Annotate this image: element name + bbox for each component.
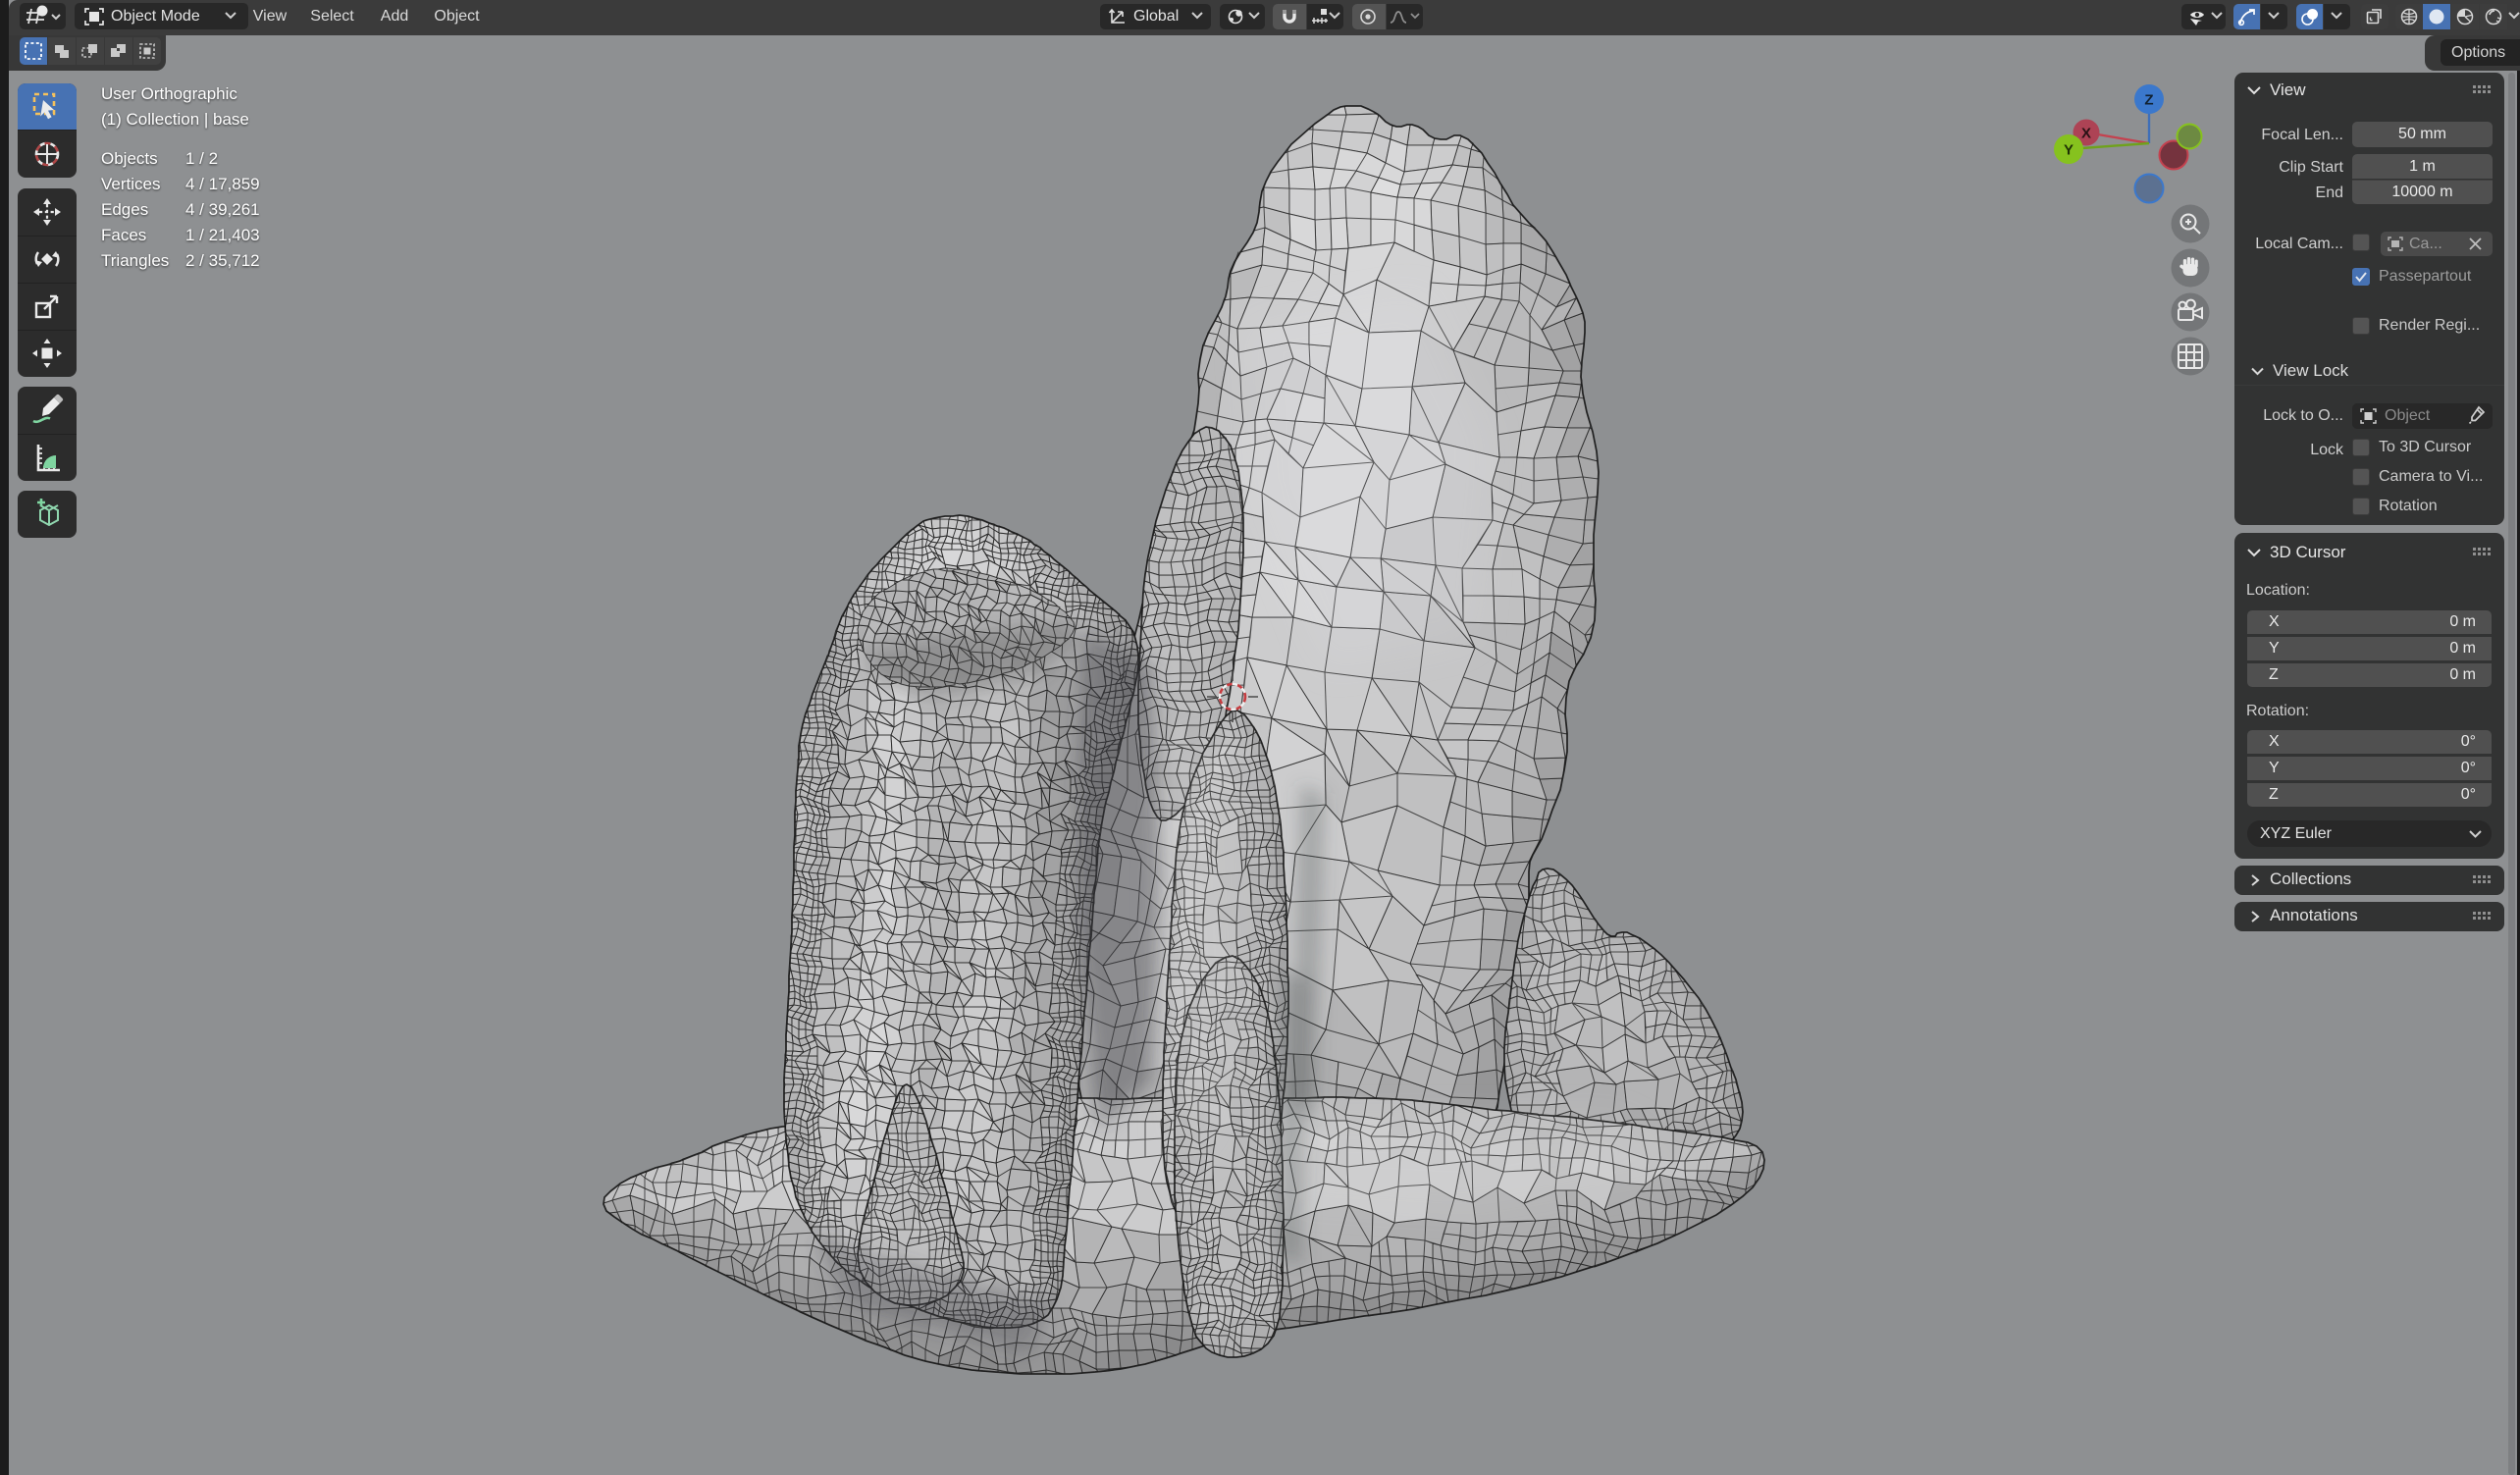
- svg-text:Z: Z: [2144, 92, 2153, 109]
- svg-text:X: X: [2081, 126, 2091, 142]
- svg-text:Y: Y: [2064, 142, 2074, 159]
